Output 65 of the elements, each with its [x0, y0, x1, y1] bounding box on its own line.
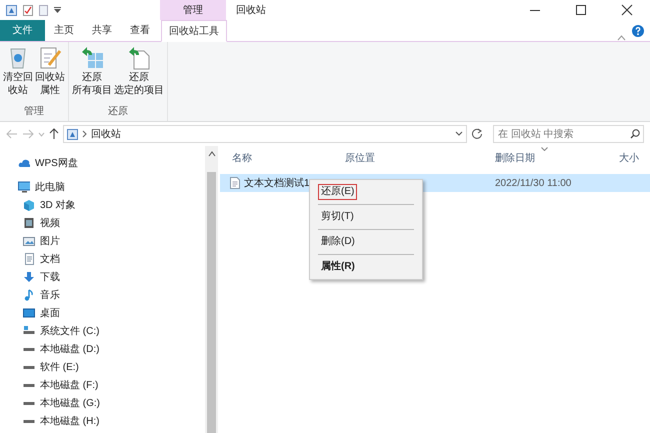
ribbon-tab[interactable]: 文件: [0, 20, 45, 41]
recycle-bin-icon: [67, 128, 78, 140]
ribbon-tab[interactable]: 回收站工具: [161, 20, 227, 42]
ribbon-tab[interactable]: 查看: [121, 20, 159, 41]
up-arrow-icon[interactable]: [49, 128, 59, 140]
nav-item[interactable]: 视频: [18, 214, 64, 232]
ribbon-group-label: 还原: [108, 105, 128, 119]
nav-item[interactable]: 文档: [18, 250, 64, 268]
picture-icon: [23, 235, 35, 247]
nav-item[interactable]: 软件 (E:): [18, 358, 83, 376]
search-icon[interactable]: [630, 129, 640, 139]
column-header[interactable]: 原位置: [333, 146, 483, 170]
chevron-icon: [82, 130, 87, 138]
refresh-icon[interactable]: [471, 128, 483, 140]
cloud-icon: [18, 157, 30, 169]
ribbon-tab[interactable]: 共享: [83, 20, 121, 41]
context-tab-group-label: 管理: [160, 0, 226, 20]
nav-item[interactable]: 本地磁盘 (F:): [18, 376, 102, 394]
dropdown-icon[interactable]: [54, 7, 61, 13]
ribbon-button[interactable]: 还原 所有项目: [71, 45, 113, 104]
file-name: 文本文档测试1: [244, 176, 310, 190]
ribbon-group-label: 管理: [24, 105, 44, 119]
nav-item[interactable]: 本地磁盘 (H:): [18, 412, 104, 430]
address-field[interactable]: 回收站: [63, 125, 467, 143]
collapse-ribbon-icon[interactable]: [617, 35, 626, 41]
nav-item[interactable]: 下载: [18, 268, 64, 286]
nav-item[interactable]: 本地磁盘 (D:): [18, 340, 104, 358]
scroll-up-icon[interactable]: [208, 150, 216, 158]
menu-item[interactable]: 剪切(T): [318, 209, 357, 225]
nav-item[interactable]: 桌面: [18, 304, 64, 322]
address-path: 回收站: [91, 128, 122, 142]
menu-item[interactable]: 删除(D): [318, 234, 358, 250]
nav-item[interactable]: 音乐: [18, 286, 64, 304]
desktop-icon: [23, 307, 35, 319]
ribbon-button[interactable]: 清空回 收站: [2, 45, 34, 104]
ribbon-button[interactable]: 还原 选定的项目: [113, 45, 165, 104]
help-icon[interactable]: [632, 25, 644, 37]
film-icon: [23, 217, 35, 229]
deleted-date: 2022/11/30 11:00: [494, 176, 572, 190]
column-header[interactable]: 删除日期: [483, 146, 607, 170]
search-field[interactable]: 在 回收站 中搜索: [493, 125, 644, 143]
nav-item[interactable]: 3D 对象: [18, 196, 80, 214]
nav-item[interactable]: 此电脑: [18, 178, 69, 196]
ribbon-button[interactable]: 回收站 属性: [34, 45, 66, 104]
nav-item[interactable]: 系统文件 (C:): [18, 322, 104, 340]
recycle-bin-icon[interactable]: [6, 4, 17, 16]
menu-item[interactable]: 属性(R): [318, 259, 358, 275]
dropdown-icon: [455, 131, 463, 137]
text-file-icon: [230, 177, 240, 189]
cube-icon: [23, 199, 35, 211]
nav-item[interactable]: 图片: [18, 232, 64, 250]
window-title: 回收站: [235, 4, 267, 18]
scrollbar-thumb[interactable]: [207, 172, 216, 433]
menu-item[interactable]: 还原(E): [318, 184, 358, 200]
column-header[interactable]: 名称: [220, 146, 333, 170]
music-note-icon: [23, 289, 35, 301]
computer-icon: [18, 181, 30, 193]
nav-item[interactable]: WPS网盘: [18, 154, 82, 172]
down-arrow-icon: [23, 271, 35, 283]
drive-icon: [23, 325, 35, 337]
ribbon-tab[interactable]: 主页: [45, 20, 83, 41]
document-icon: [23, 253, 35, 265]
properties-icon[interactable]: [23, 4, 33, 16]
column-header[interactable]: 大小: [607, 146, 647, 170]
nav-item[interactable]: 本地磁盘 (G:): [18, 394, 104, 412]
